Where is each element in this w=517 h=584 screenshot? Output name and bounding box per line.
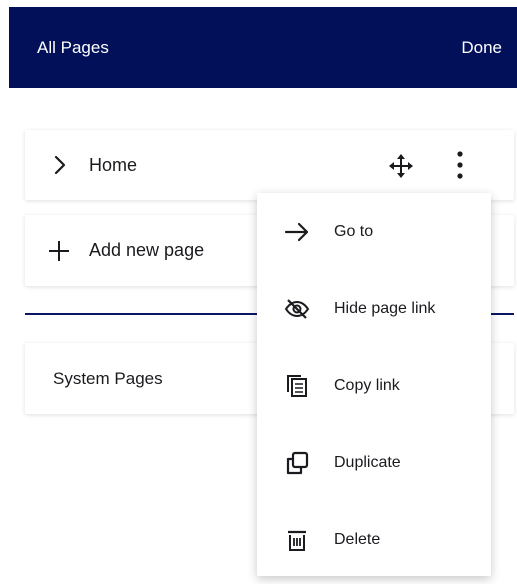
plus-icon: [47, 239, 71, 263]
more-options-icon[interactable]: [453, 149, 467, 181]
menu-item-copy-link[interactable]: Copy link: [257, 347, 491, 424]
trash-icon: [284, 527, 310, 553]
menu-item-go-to[interactable]: Go to: [257, 193, 491, 270]
menu-item-label: Hide page link: [334, 299, 436, 317]
eye-slash-icon: [284, 296, 310, 322]
done-button[interactable]: Done: [461, 38, 502, 58]
chevron-right-icon[interactable]: [49, 154, 71, 176]
page-context-menu: Go to Hide page link Copy link Duplicate…: [257, 193, 491, 576]
menu-item-duplicate[interactable]: Duplicate: [257, 424, 491, 501]
menu-item-label: Delete: [334, 530, 381, 548]
menu-item-label: Duplicate: [334, 453, 401, 471]
add-new-page-label: Add new page: [89, 240, 205, 260]
menu-item-label: Copy link: [334, 376, 400, 394]
duplicate-icon: [284, 450, 310, 476]
page-title: All Pages: [37, 37, 109, 57]
page-label-home: Home: [89, 154, 138, 175]
copy-icon: [284, 373, 310, 399]
menu-item-hide-page-link[interactable]: Hide page link: [257, 270, 491, 347]
page-row-home[interactable]: Home: [25, 130, 514, 200]
menu-item-delete[interactable]: Delete: [257, 501, 491, 578]
move-icon[interactable]: [387, 152, 415, 180]
arrow-right-icon: [284, 219, 310, 245]
top-bar: All Pages Done: [9, 7, 517, 88]
system-pages-label: System Pages: [53, 368, 163, 388]
menu-item-label: Go to: [334, 222, 374, 240]
